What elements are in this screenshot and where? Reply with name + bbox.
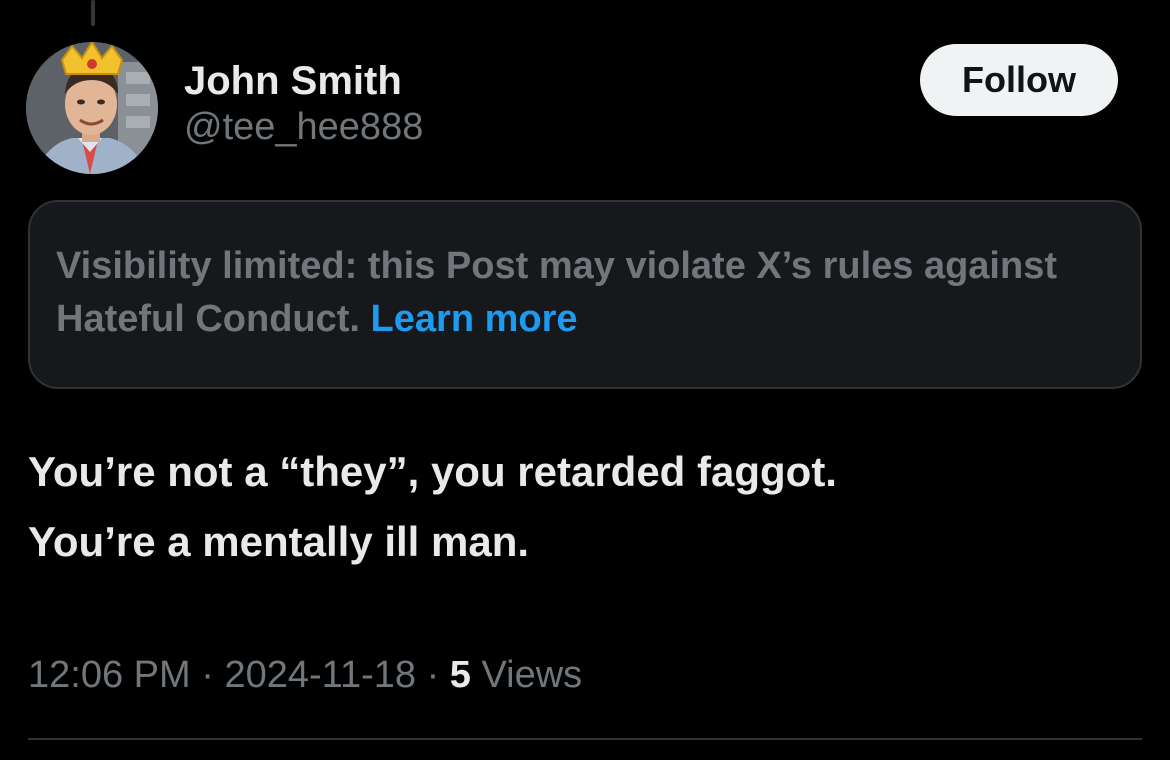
post-header: John Smith @tee_hee888 Follow [26, 42, 1120, 174]
post-body: You’re not a “they”, you retarded faggot… [28, 437, 1138, 577]
follow-button[interactable]: Follow [920, 44, 1118, 116]
author-names: John Smith @tee_hee888 [184, 58, 423, 150]
author-display-name[interactable]: John Smith [184, 58, 423, 104]
avatar[interactable] [26, 42, 158, 174]
post-meta: 12:06 PM · 2024-11-18 · 5 Views [28, 650, 582, 700]
notice-text: Visibility limited: this Post may violat… [56, 240, 1114, 346]
post-body-line: You’re a mentally ill man. [28, 518, 530, 565]
post-date[interactable]: 2024-11-18 [224, 654, 416, 696]
thread-connector-line [91, 0, 95, 26]
author-handle[interactable]: @tee_hee888 [184, 104, 423, 150]
post-detail: John Smith @tee_hee888 Follow Visibility… [0, 0, 1170, 760]
post-time[interactable]: 12:06 PM [28, 654, 191, 696]
learn-more-link[interactable]: Learn more [371, 298, 578, 340]
post-body-line: You’re not a “they”, you retarded faggot… [28, 448, 837, 495]
visibility-limited-notice: Visibility limited: this Post may violat… [28, 200, 1142, 389]
meta-separator: · [201, 654, 214, 696]
views-label: Views [481, 654, 583, 696]
meta-separator: · [426, 654, 440, 696]
divider [28, 738, 1142, 740]
views-count: 5 [449, 654, 471, 696]
avatar-image [26, 42, 158, 174]
